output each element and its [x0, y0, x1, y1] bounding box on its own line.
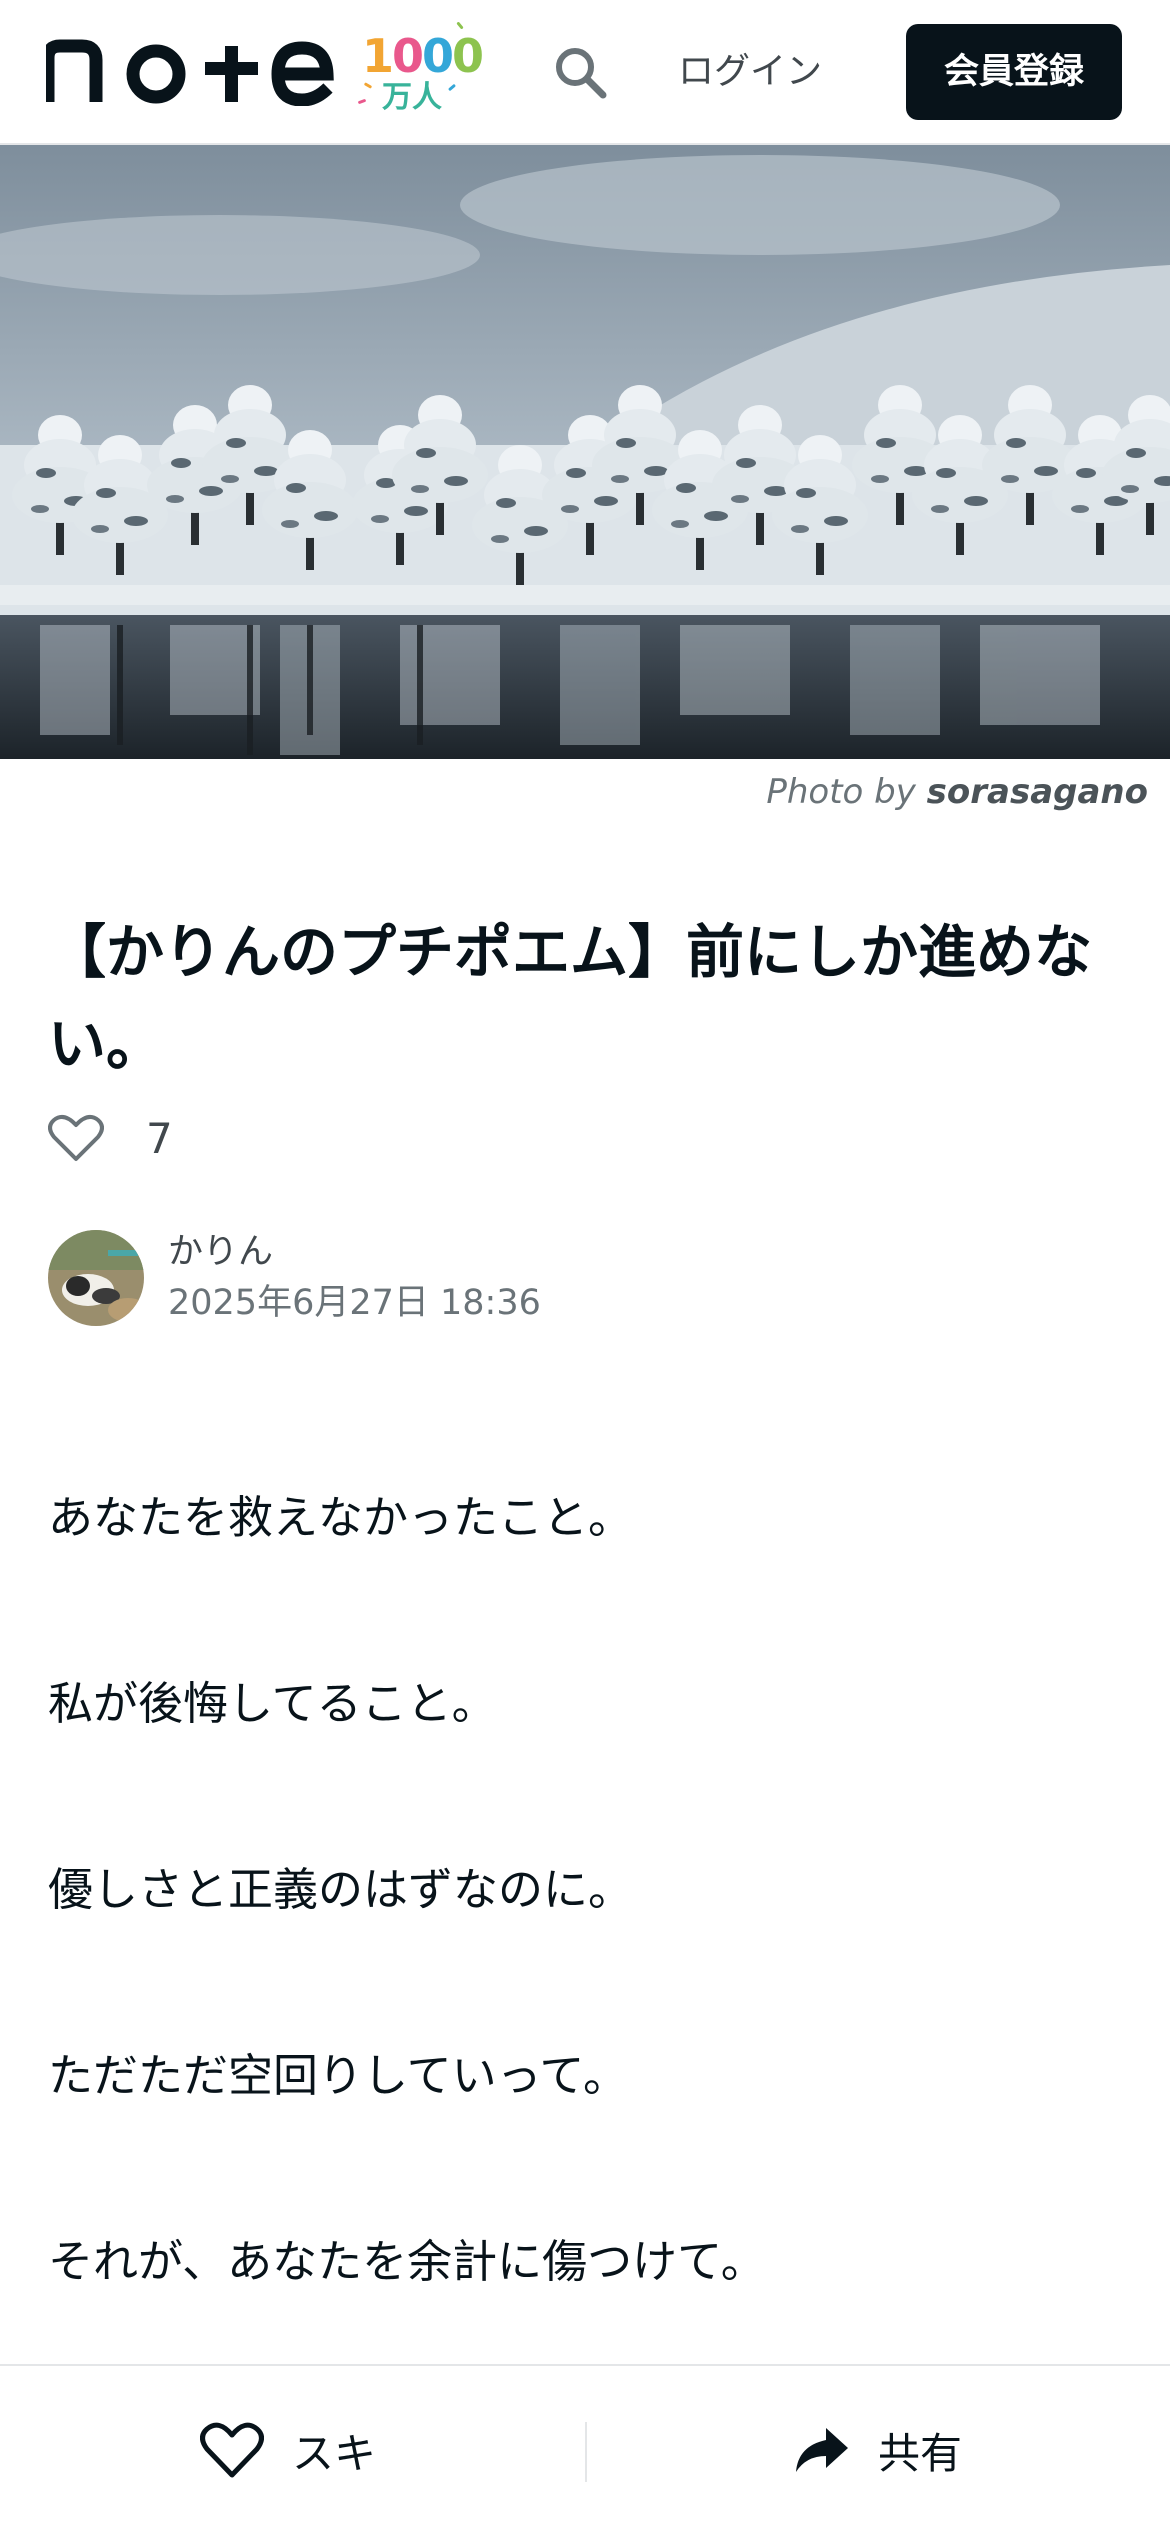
poem-line: あなたを救えなかったこと。: [48, 1491, 634, 1544]
confetti-icon: [357, 98, 367, 105]
article-title: 【かりんのプチポエム】前にしか進めない。: [48, 918, 1093, 1078]
heart-outline-icon: [48, 1114, 104, 1161]
hero-image: [0, 145, 1170, 759]
note-logo[interactable]: [46, 36, 346, 106]
author-avatar[interactable]: [48, 1230, 144, 1326]
poem-line: 私が後悔してること。: [48, 1677, 497, 1730]
login-link[interactable]: ログイン: [660, 40, 840, 104]
poem-line: ただただ空回りしていって。: [48, 2049, 629, 2102]
cat-avatar-image: [48, 1230, 144, 1326]
confetti-icon: [447, 83, 457, 92]
photo-credit: Photo by sorasagano: [766, 772, 1148, 812]
like-label: スキ: [292, 2428, 377, 2478]
article-body: あなたを救えなかったこと。 私が後悔してること。 優しさと正義のはずなのに。 た…: [48, 1476, 1128, 2406]
like-button[interactable]: スキ: [200, 2406, 376, 2494]
poem-line: それが、あなたを余計に傷つけて。: [48, 2235, 766, 2288]
milestone-badge: 1000 万人: [357, 20, 484, 120]
snowy-forest-lake-image: [0, 145, 1170, 759]
photo-credit-author[interactable]: sorasagano: [927, 772, 1148, 812]
author-info: かりん 2025年6月27日 18:36: [48, 1228, 541, 1328]
bottom-action-bar: スキ 共有: [0, 2364, 1170, 2532]
share-button[interactable]: 共有: [792, 2406, 962, 2494]
like-summary[interactable]: 7: [48, 1108, 173, 1168]
poem-line: 優しさと正義のはずなのに。: [48, 1863, 634, 1916]
signup-button[interactable]: 会員登録: [906, 24, 1122, 120]
like-count: 7: [146, 1113, 173, 1163]
search-icon: [556, 48, 607, 99]
publish-date: 2025年6月27日 18:36: [168, 1283, 541, 1323]
milestone-unit: 万人: [382, 80, 442, 115]
milestone-number: 1000: [362, 29, 484, 83]
heart-icon: [200, 2422, 264, 2478]
search-button[interactable]: [548, 40, 612, 104]
site-header: 1000 万人 ログイン 会員登録: [0, 0, 1170, 145]
share-label: 共有: [878, 2428, 963, 2478]
author-name[interactable]: かりん: [168, 1227, 541, 1277]
action-divider: [585, 2422, 587, 2482]
share-arrow-icon: [796, 2428, 848, 2472]
